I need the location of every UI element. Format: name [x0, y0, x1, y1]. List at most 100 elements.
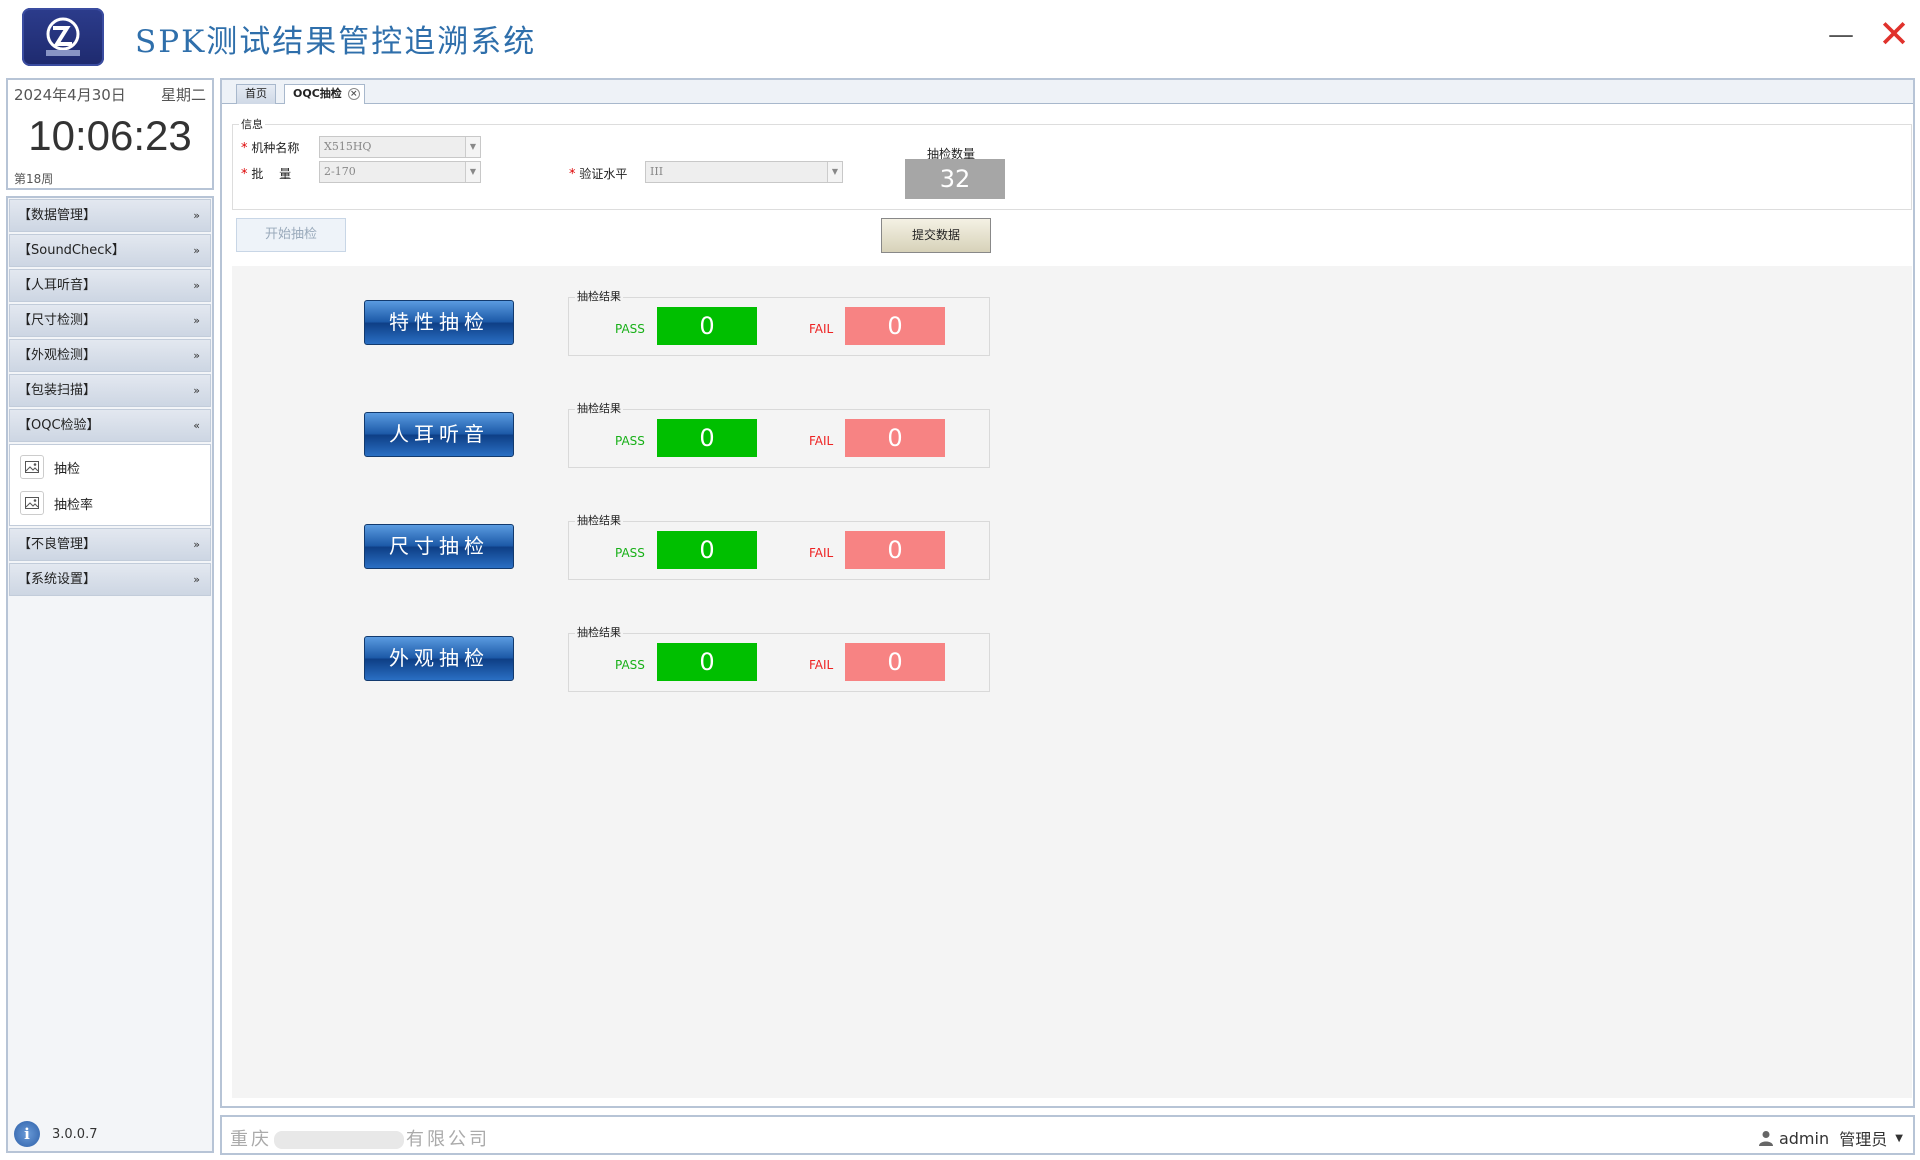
result-label: 抽检结果 [575, 512, 623, 528]
sidebar-item-ear-listening[interactable]: 【人耳听音】 » [9, 269, 211, 302]
app-title: SPK测试结果管控追溯系统 [135, 24, 537, 60]
company-name: 重庆 有限公司 [230, 1129, 490, 1150]
sidebar-subitem-label: 抽检率 [54, 497, 94, 513]
result-group: 抽检结果 PASS 0 FAIL 0 [568, 624, 990, 692]
tab-bar: 首页 OQC抽检 × [222, 80, 1913, 104]
pass-label: PASS [615, 546, 645, 560]
chevron-down-icon: » [193, 244, 200, 257]
minimize-button[interactable]: — [1828, 22, 1854, 48]
clock-time: 10:06:23 [28, 112, 192, 159]
sidebar-item-label: 【人耳听音】 [18, 278, 97, 293]
sidebar-item-data-management[interactable]: 【数据管理】 » [9, 199, 211, 232]
chevron-down-icon: » [193, 538, 200, 551]
sidebar-subitem-sampling-rate[interactable]: 抽检率 [10, 485, 210, 521]
tab-oqc-sampling[interactable]: OQC抽检 × [284, 84, 365, 104]
pass-count: 0 [657, 531, 757, 569]
sidebar-item-dimension[interactable]: 【尺寸检测】 » [9, 304, 211, 337]
level-field[interactable]: III ▼ [645, 161, 843, 183]
result-group: 抽检结果 PASS 0 FAIL 0 [568, 512, 990, 580]
sidebar-item-label: 【尺寸检测】 [18, 313, 97, 328]
close-tab-icon[interactable]: × [347, 88, 360, 100]
sidebar-subitem-sampling[interactable]: 抽检 [10, 449, 210, 485]
result-group: 抽检结果 PASS 0 FAIL 0 [568, 288, 990, 356]
sidebar-item-label: 【不良管理】 [18, 537, 97, 552]
info-group: 信息 * 机种名称 X515HQ ▼ * 批 量 2-170 ▼ * 验证水平 … [232, 116, 1912, 210]
tab-home[interactable]: 首页 [236, 84, 276, 104]
group-label: 信息 [239, 116, 265, 132]
chevron-down-icon: » [193, 384, 200, 397]
clock-week-number: 第18周 [14, 172, 54, 186]
sidebar-nav: 【数据管理】 » 【SoundCheck】 » 【人耳听音】 » 【尺寸检测】 … [6, 196, 214, 1153]
count-value: 32 [905, 159, 1005, 199]
result-label: 抽检结果 [575, 400, 623, 416]
version-number: 3.0.0.7 [52, 1126, 98, 1142]
sidebar-item-label: 【OQC检验】 [18, 418, 100, 433]
batch-label: * 批 量 [241, 167, 298, 182]
close-button[interactable]: ✕ [1876, 15, 1912, 53]
fail-count: 0 [845, 419, 945, 457]
sidebar-subitem-label: 抽检 [54, 461, 81, 477]
pass-count: 0 [657, 307, 757, 345]
chevron-down-icon: » [193, 349, 200, 362]
image-icon [20, 491, 44, 515]
sidebar-item-oqc[interactable]: 【OQC检验】 « [9, 409, 211, 442]
sidebar-item-packaging[interactable]: 【包装扫描】 » [9, 374, 211, 407]
submit-data-button[interactable]: 提交数据 [881, 218, 991, 253]
title-bar: SPK测试结果管控追溯系统 — ✕ [0, 0, 1920, 75]
fail-count: 0 [845, 307, 945, 345]
clock-panel: 2024年4月30日 星期二 10:06:23 第18周 [6, 78, 214, 190]
sidebar-item-label: 【外观检测】 [18, 348, 97, 363]
sidebar-item-defect-management[interactable]: 【不良管理】 » [9, 528, 211, 561]
level-label: * 验证水平 [569, 167, 628, 182]
user-icon [1758, 1131, 1773, 1146]
check-row-appearance: 外观抽检 抽检结果 PASS 0 FAIL 0 [232, 602, 1032, 692]
pass-count: 0 [657, 419, 757, 457]
fail-count: 0 [845, 643, 945, 681]
fail-label: FAIL [809, 322, 834, 336]
sampling-content: 特性抽检 抽检结果 PASS 0 FAIL 0 人耳听音 抽检结果 PASS 0… [232, 266, 1912, 1098]
chevron-down-icon[interactable]: ▼ [465, 162, 480, 182]
check-row-characteristic: 特性抽检 抽检结果 PASS 0 FAIL 0 [232, 266, 1032, 356]
chevron-down-icon[interactable]: ▼ [465, 137, 480, 157]
result-label: 抽检结果 [575, 624, 623, 640]
pass-count: 0 [657, 643, 757, 681]
pass-label: PASS [615, 434, 645, 448]
sidebar-item-system-settings[interactable]: 【系统设置】 » [9, 563, 211, 596]
redacted-text [274, 1131, 404, 1149]
chevron-up-icon: « [193, 419, 200, 432]
oqc-submenu: 抽检 抽检率 [9, 444, 211, 526]
appearance-check-button[interactable]: 外观抽检 [364, 636, 514, 681]
sidebar-item-soundcheck[interactable]: 【SoundCheck】 » [9, 234, 211, 267]
fail-label: FAIL [809, 546, 834, 560]
chevron-down-icon: » [193, 279, 200, 292]
user-name: admin [1778, 1128, 1830, 1148]
chevron-down-icon[interactable]: ▼ [827, 162, 842, 182]
ear-listening-check-button[interactable]: 人耳听音 [364, 412, 514, 457]
model-field[interactable]: X515HQ ▼ [319, 136, 481, 158]
check-row-dimension: 尺寸抽检 抽检结果 PASS 0 FAIL 0 [232, 490, 1032, 580]
fail-label: FAIL [809, 658, 834, 672]
model-label: * 机种名称 [241, 141, 300, 156]
main-panel: 首页 OQC抽检 × 信息 * 机种名称 X515HQ ▼ * 批 量 2-17… [220, 78, 1915, 1108]
clock-date: 2024年4月30日 [14, 86, 126, 104]
sidebar-item-label: 【数据管理】 [18, 208, 97, 223]
result-label: 抽检结果 [575, 288, 623, 304]
user-menu[interactable]: admin 管理员 ▼ [1758, 1126, 1903, 1150]
batch-field[interactable]: 2-170 ▼ [319, 161, 481, 183]
tab-label: OQC抽检 [293, 87, 342, 100]
check-row-ear-listening: 人耳听音 抽检结果 PASS 0 FAIL 0 [232, 378, 1032, 468]
characteristic-check-button[interactable]: 特性抽检 [364, 300, 514, 345]
result-group: 抽检结果 PASS 0 FAIL 0 [568, 400, 990, 468]
version-info: i 3.0.0.7 [14, 1121, 97, 1147]
start-sampling-button[interactable]: 开始抽检 [236, 218, 346, 252]
pass-label: PASS [615, 322, 645, 336]
info-icon[interactable]: i [14, 1121, 40, 1147]
status-bar: 重庆 有限公司 admin 管理员 ▼ [220, 1115, 1915, 1155]
sidebar-item-label: 【系统设置】 [18, 572, 97, 587]
sidebar-item-appearance[interactable]: 【外观检测】 » [9, 339, 211, 372]
caret-down-icon: ▼ [1895, 1132, 1903, 1144]
fail-label: FAIL [809, 434, 834, 448]
sidebar-item-label: 【SoundCheck】 [18, 243, 125, 258]
pass-label: PASS [615, 658, 645, 672]
dimension-check-button[interactable]: 尺寸抽检 [364, 524, 514, 569]
